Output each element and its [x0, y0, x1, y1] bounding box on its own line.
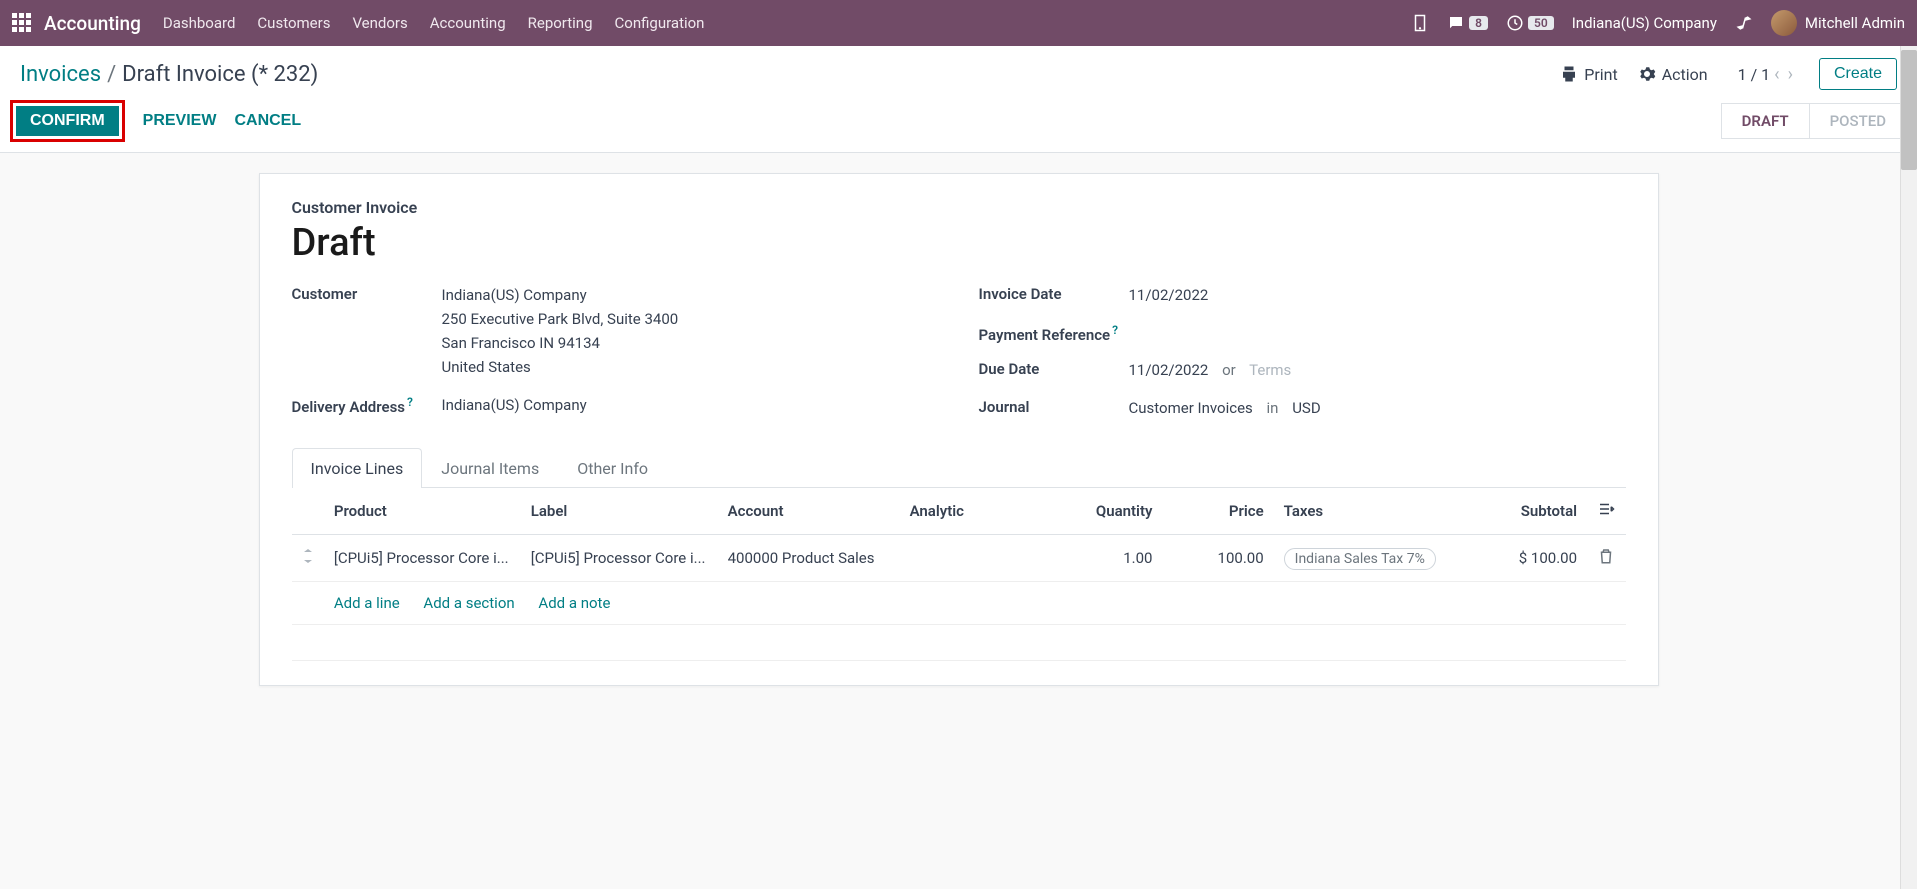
cell-taxes[interactable]: Indiana Sales Tax 7% — [1274, 535, 1456, 582]
action-label: Action — [1662, 65, 1708, 84]
th-price[interactable]: Price — [1162, 488, 1273, 535]
columns-config-icon[interactable] — [1587, 488, 1625, 535]
customer-field[interactable]: Indiana(US) Company 250 Executive Park B… — [442, 283, 939, 379]
help-icon[interactable]: ? — [1112, 323, 1118, 337]
user-name: Mitchell Admin — [1805, 14, 1905, 32]
nav-accounting[interactable]: Accounting — [430, 14, 506, 32]
activities-count: 50 — [1528, 16, 1554, 30]
pager[interactable]: 1 / 1 — [1738, 65, 1771, 84]
or-label: or — [1222, 361, 1236, 379]
customer-label: Customer — [292, 283, 442, 303]
print-label: Print — [1584, 65, 1617, 84]
cell-price[interactable]: 100.00 — [1162, 535, 1273, 582]
nav-customers[interactable]: Customers — [257, 14, 330, 32]
journal-label: Journal — [979, 396, 1129, 416]
action-button[interactable]: Action — [1638, 65, 1708, 84]
th-label[interactable]: Label — [521, 488, 718, 535]
cell-analytic[interactable] — [900, 535, 1052, 582]
payref-label: Payment Reference? — [979, 321, 1129, 344]
create-button[interactable]: Create — [1819, 58, 1897, 90]
form-sheet: Customer Invoice Draft Customer Indiana(… — [259, 173, 1659, 686]
cell-subtotal: $ 100.00 — [1456, 535, 1587, 582]
customer-addr3: United States — [442, 355, 939, 379]
terms-field[interactable]: Terms — [1249, 361, 1291, 379]
cell-quantity[interactable]: 1.00 — [1051, 535, 1162, 582]
avatar-icon — [1771, 10, 1797, 36]
customer-name: Indiana(US) Company — [442, 283, 939, 307]
due-date-field[interactable]: 11/02/2022 or Terms — [1129, 358, 1626, 382]
tab-journal-items[interactable]: Journal Items — [422, 448, 558, 488]
phone-icon[interactable] — [1411, 14, 1429, 32]
nav-dashboard[interactable]: Dashboard — [163, 14, 236, 32]
th-subtotal[interactable]: Subtotal — [1456, 488, 1587, 535]
tax-tag[interactable]: Indiana Sales Tax 7% — [1284, 548, 1436, 570]
app-title[interactable]: Accounting — [44, 12, 141, 35]
th-quantity[interactable]: Quantity — [1051, 488, 1162, 535]
cell-label[interactable]: [CPUi5] Processor Core i... — [521, 535, 718, 582]
preview-button[interactable]: PREVIEW — [143, 112, 217, 130]
add-section-link[interactable]: Add a section — [423, 594, 514, 612]
nav-vendors[interactable]: Vendors — [352, 14, 407, 32]
user-menu[interactable]: Mitchell Admin — [1771, 10, 1905, 36]
activities-icon[interactable]: 50 — [1506, 14, 1554, 32]
debug-icon[interactable] — [1735, 14, 1753, 32]
print-button[interactable]: Print — [1560, 65, 1617, 84]
pager-next-icon[interactable]: › — [1788, 64, 1793, 85]
status-bar: DRAFT POSTED — [1722, 103, 1907, 139]
delete-row-icon[interactable] — [1587, 535, 1625, 582]
invoice-lines-table: Product Label Account Analytic Quantity … — [292, 488, 1626, 661]
th-analytic[interactable]: Analytic — [900, 488, 1052, 535]
delivery-label: Delivery Address? — [292, 393, 442, 416]
tab-invoice-lines[interactable]: Invoice Lines — [292, 448, 423, 488]
invoice-title: Draft — [292, 221, 1626, 265]
th-taxes[interactable]: Taxes — [1274, 488, 1456, 535]
cell-account[interactable]: 400000 Product Sales — [718, 535, 900, 582]
due-date-label: Due Date — [979, 358, 1129, 378]
messaging-icon[interactable]: 8 — [1447, 14, 1488, 32]
breadcrumb-current: Draft Invoice (* 232) — [122, 62, 318, 87]
th-product[interactable]: Product — [324, 488, 521, 535]
nav-reporting[interactable]: Reporting — [528, 14, 593, 32]
customer-addr2: San Francisco IN 94134 — [442, 331, 939, 355]
add-line-link[interactable]: Add a line — [334, 594, 400, 612]
invoice-date-field[interactable]: 11/02/2022 — [1129, 283, 1626, 307]
nav-configuration[interactable]: Configuration — [615, 14, 705, 32]
scrollbar[interactable] — [1900, 46, 1917, 889]
pager-prev-icon[interactable]: ‹ — [1774, 64, 1779, 85]
invoice-date-label: Invoice Date — [979, 283, 1129, 303]
cell-product[interactable]: [CPUi5] Processor Core i... — [324, 535, 521, 582]
breadcrumb-invoices[interactable]: Invoices — [20, 62, 101, 87]
currency-field[interactable]: USD — [1292, 399, 1320, 417]
messaging-count: 8 — [1469, 16, 1488, 30]
confirm-highlight: CONFIRM — [10, 100, 125, 142]
delivery-field[interactable]: Indiana(US) Company — [442, 393, 939, 417]
help-icon[interactable]: ? — [407, 395, 413, 409]
th-account[interactable]: Account — [718, 488, 900, 535]
tab-other-info[interactable]: Other Info — [558, 448, 667, 488]
breadcrumb-separator: / — [107, 62, 116, 87]
in-label: in — [1267, 399, 1279, 417]
apps-launcher-icon[interactable] — [12, 13, 32, 33]
table-row[interactable]: [CPUi5] Processor Core i... [CPUi5] Proc… — [292, 535, 1626, 582]
company-switcher[interactable]: Indiana(US) Company — [1572, 14, 1717, 32]
journal-field[interactable]: Customer Invoices in USD — [1129, 396, 1626, 420]
cancel-button[interactable]: CANCEL — [234, 112, 301, 130]
drag-handle-icon[interactable] — [292, 535, 324, 582]
status-posted[interactable]: POSTED — [1810, 103, 1907, 139]
move-type-label: Customer Invoice — [292, 198, 1626, 217]
add-note-link[interactable]: Add a note — [538, 594, 610, 612]
confirm-button[interactable]: CONFIRM — [16, 106, 119, 136]
customer-addr1: 250 Executive Park Blvd, Suite 3400 — [442, 307, 939, 331]
status-draft[interactable]: DRAFT — [1722, 103, 1810, 139]
